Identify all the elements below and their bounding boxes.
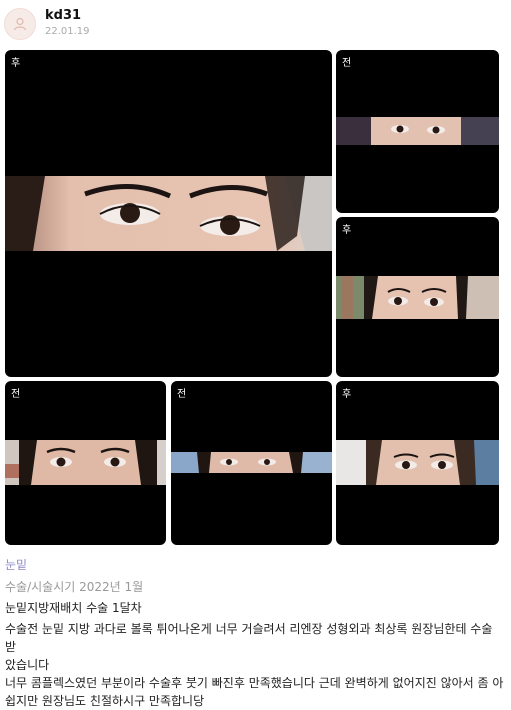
post-header: kd31 22.01.19	[4, 6, 504, 44]
procedure-date: 수술/시술시기 2022년 1월	[5, 580, 144, 594]
review-body: 수술전 눈밑 지방 과다로 볼록 튀어나온게 너무 거슬려서 리엔장 성형외과 …	[5, 620, 505, 710]
category-tag[interactable]: 눈밑	[5, 556, 505, 573]
review-body-line: 수술전 눈밑 지방 과다로 볼록 튀어나온게 너무 거슬려서 리엔장 성형외과 …	[5, 622, 493, 654]
photo-before-small[interactable]: 전	[5, 381, 166, 545]
photo-before-small[interactable]: 전	[336, 50, 499, 213]
user-avatar-icon[interactable]	[4, 8, 36, 40]
review-title: 눈밑지방재배치 수술 1달차	[5, 601, 142, 615]
eye-photo-strip	[336, 440, 499, 485]
photo-after-large[interactable]: 후	[5, 50, 332, 377]
photo-tag-label: 후	[342, 225, 352, 236]
eye-photo-strip	[336, 117, 499, 145]
photo-tag-label: 전	[342, 58, 352, 69]
review-body-line: 너무 콤플렉스였던 부분이라 수술후 붓기 빠진후 만족했습니다 근데 완벽하게…	[5, 676, 504, 690]
photo-tag-label: 전	[11, 389, 21, 400]
eye-photo-strip	[5, 176, 332, 251]
post-date: 22.01.19	[45, 26, 90, 37]
photo-before-small[interactable]: 전	[171, 381, 332, 545]
photo-after-small[interactable]: 후	[336, 217, 499, 377]
review-body-line: 았습니다	[5, 658, 50, 672]
eye-photo-strip	[336, 276, 499, 319]
review-text: 눈밑 수술/시술시기 2022년 1월 눈밑지방재배치 수술 1달차 수술전 눈…	[5, 556, 505, 710]
photo-tag-label: 후	[11, 58, 21, 69]
photo-tag-label: 후	[342, 389, 352, 400]
eye-photo-strip	[171, 452, 332, 473]
photo-gallery: 후 전 후 전 전 후	[5, 50, 499, 545]
photo-after-small[interactable]: 후	[336, 381, 499, 545]
eye-photo-strip	[5, 440, 166, 485]
username[interactable]: kd31	[45, 8, 81, 23]
review-body-line: 쉽지만 원장님도 친절하시구 만족합니당	[5, 694, 205, 708]
photo-tag-label: 전	[177, 389, 187, 400]
